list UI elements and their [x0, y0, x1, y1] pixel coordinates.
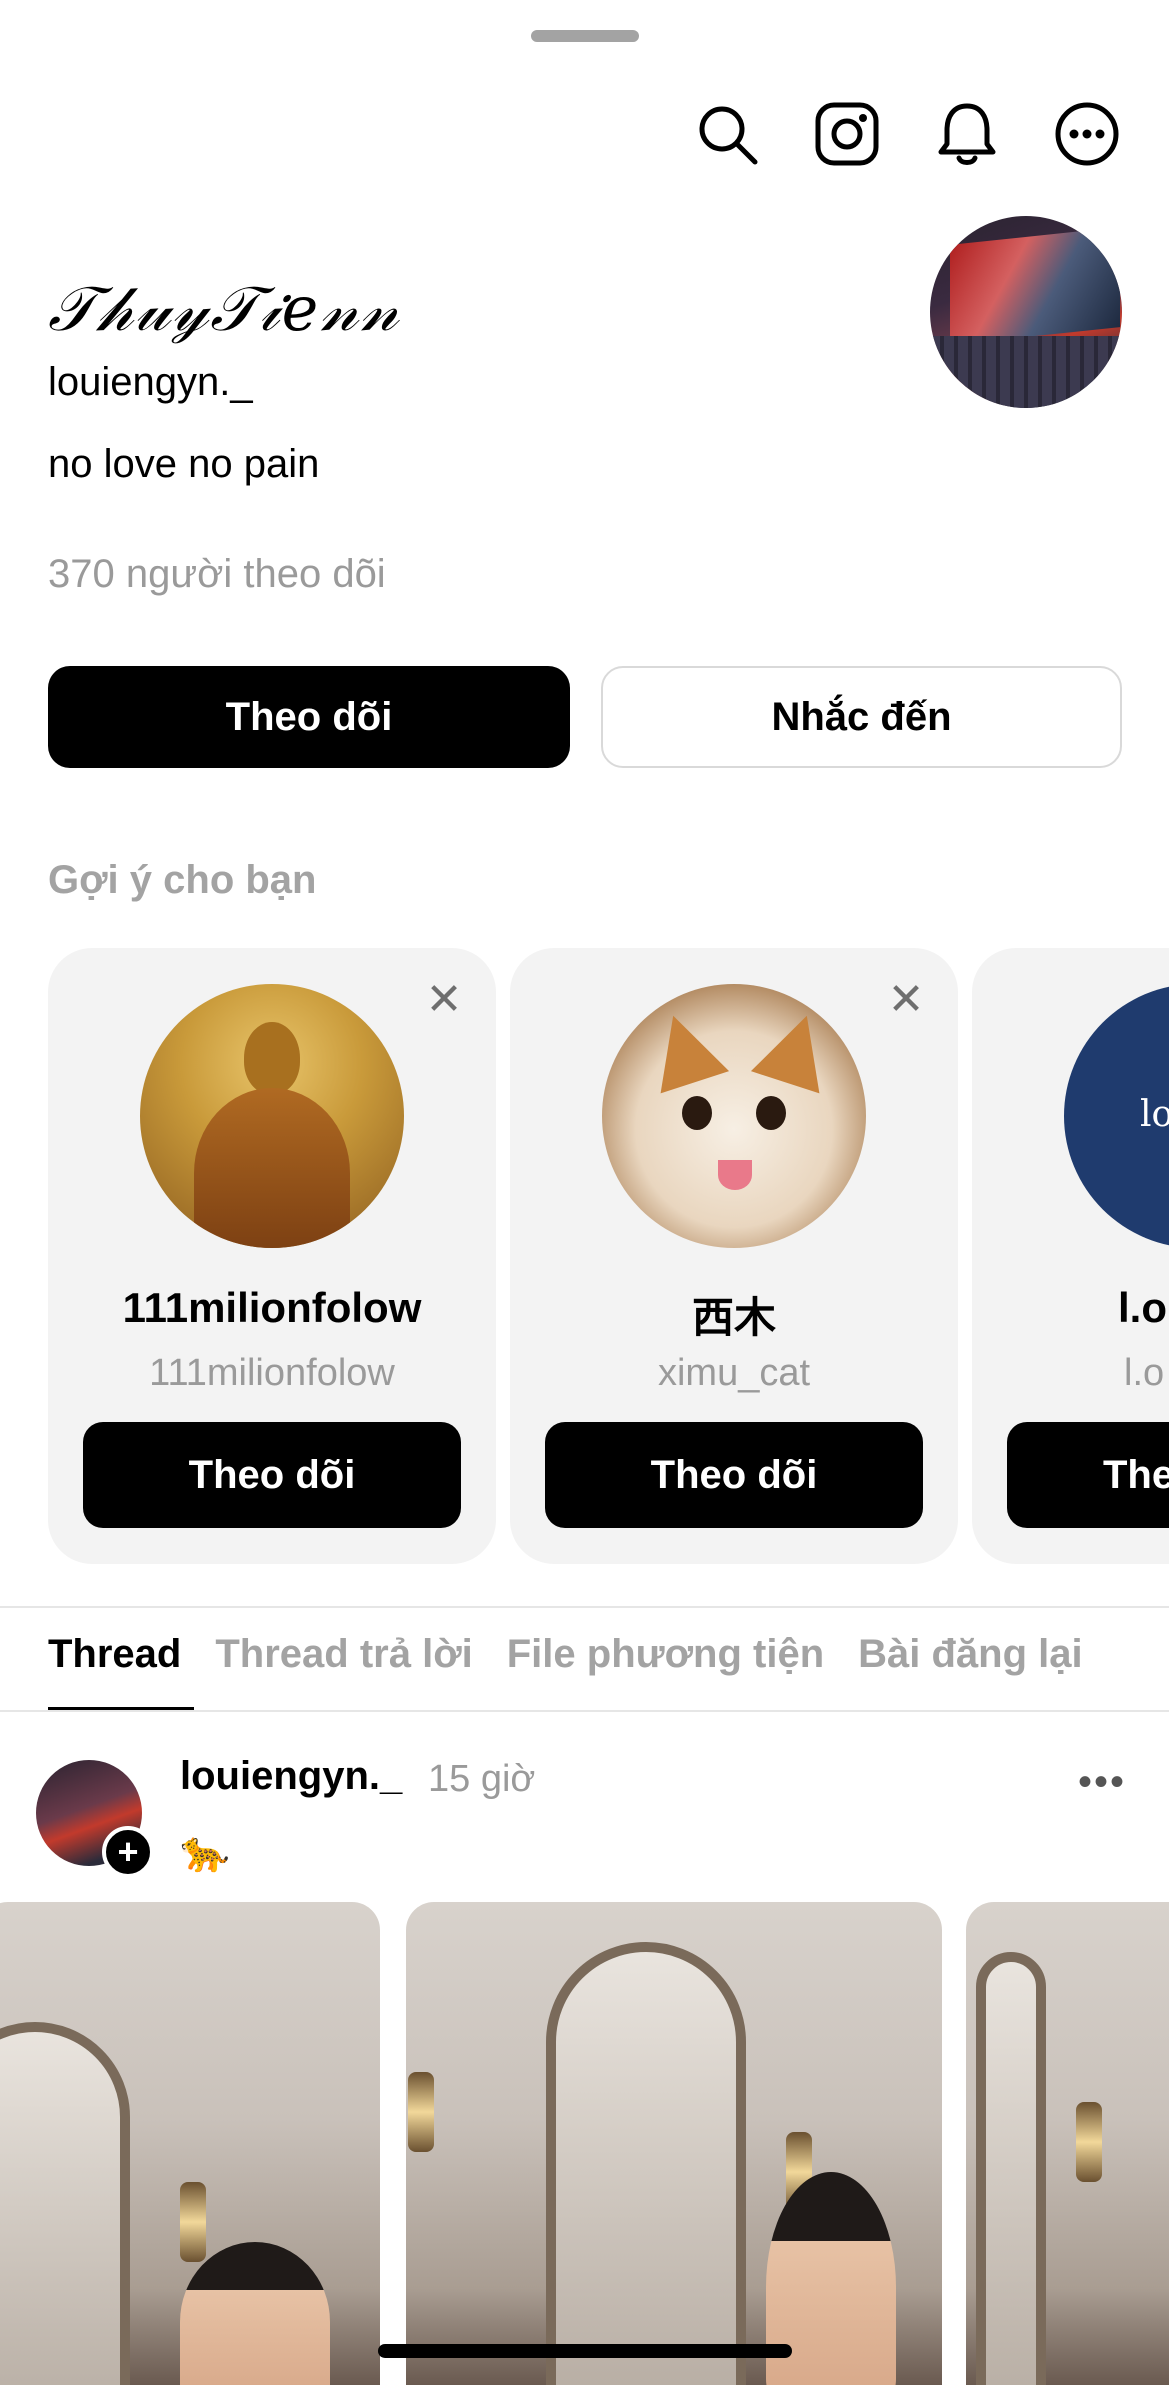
post-timestamp: 15 giờ	[428, 1758, 536, 1800]
tab-reposts[interactable]: Bài đăng lại	[858, 1632, 1083, 1677]
suggestion-handle: 111milionfolow	[149, 1352, 395, 1394]
search-icon[interactable]	[693, 100, 761, 168]
post-photo[interactable]	[0, 1902, 380, 2385]
followers-count-link[interactable]: 370 người theo dõi	[48, 552, 386, 597]
follow-plus-icon[interactable]: +	[102, 1826, 154, 1878]
profile-bio: no love no pain	[48, 442, 320, 486]
suggestion-avatar[interactable]	[140, 984, 404, 1248]
suggestion-handle: ximu_cat	[657, 1352, 811, 1394]
suggestion-follow-button[interactable]: Theo dõi	[83, 1422, 461, 1528]
mention-button[interactable]: Nhắc đến	[601, 666, 1122, 768]
profile-avatar[interactable]	[930, 216, 1122, 408]
tab-thread-replies[interactable]: Thread trả lời	[215, 1632, 472, 1677]
suggestion-card[interactable]: lo l.o l.o The	[972, 948, 1169, 1564]
suggestion-card[interactable]: ✕ 西木 ximu_cat Theo dõi	[510, 948, 958, 1564]
post-photo[interactable]	[406, 1902, 942, 2385]
suggestion-name: 西木	[691, 1294, 776, 1341]
suggestions-carousel[interactable]: ✕ 111milionfolow 111milionfolow Theo dõi…	[48, 948, 1169, 1564]
more-options-icon[interactable]	[1053, 100, 1121, 168]
suggestion-avatar[interactable]	[602, 984, 866, 1248]
post-text: 🐆	[180, 1830, 230, 1874]
profile-sheet: 𝒯𝒽𝓊𝓎𝒯𝒾𝑒𝓃𝓃 louiengyn._ no love no pain 37…	[0, 0, 1169, 2385]
suggestion-handle: l.o	[1124, 1352, 1165, 1394]
suggestion-avatar[interactable]: lo	[1064, 984, 1169, 1248]
divider	[0, 1710, 1169, 1712]
divider	[0, 1606, 1169, 1608]
sheet-grabber[interactable]	[531, 30, 639, 42]
dismiss-suggestion-icon[interactable]: ✕	[422, 978, 466, 1022]
post-username[interactable]: louiengyn._	[180, 1754, 402, 1799]
suggestions-title: Gợi ý cho bạn	[48, 858, 317, 902]
suggestion-name: 111milionfolow	[122, 1284, 422, 1331]
home-indicator[interactable]	[378, 2344, 792, 2358]
suggestion-follow-button[interactable]: The	[1007, 1422, 1169, 1528]
tab-media[interactable]: File phương tiện	[507, 1632, 824, 1677]
bell-icon[interactable]	[933, 100, 1001, 168]
suggestion-card[interactable]: ✕ 111milionfolow 111milionfolow Theo dõi	[48, 948, 496, 1564]
profile-tabs: Thread Thread trả lời File phương tiện B…	[48, 1632, 1083, 1677]
post-more-icon[interactable]: •••	[1078, 1760, 1126, 1805]
top-toolbar	[693, 100, 1121, 168]
suggestion-name: l.o	[1118, 1284, 1167, 1331]
profile-display-name: 𝒯𝒽𝓊𝓎𝒯𝒾𝑒𝓃𝓃	[48, 272, 401, 345]
avatar-text: lo	[1140, 1094, 1169, 1135]
profile-handle: louiengyn._	[48, 360, 253, 404]
post-photo[interactable]	[966, 1902, 1169, 2385]
instagram-icon[interactable]	[813, 100, 881, 168]
follow-button[interactable]: Theo dõi	[48, 666, 570, 768]
tab-thread[interactable]: Thread	[48, 1632, 181, 1677]
suggestion-follow-button[interactable]: Theo dõi	[545, 1422, 923, 1528]
dismiss-suggestion-icon[interactable]: ✕	[884, 978, 928, 1022]
